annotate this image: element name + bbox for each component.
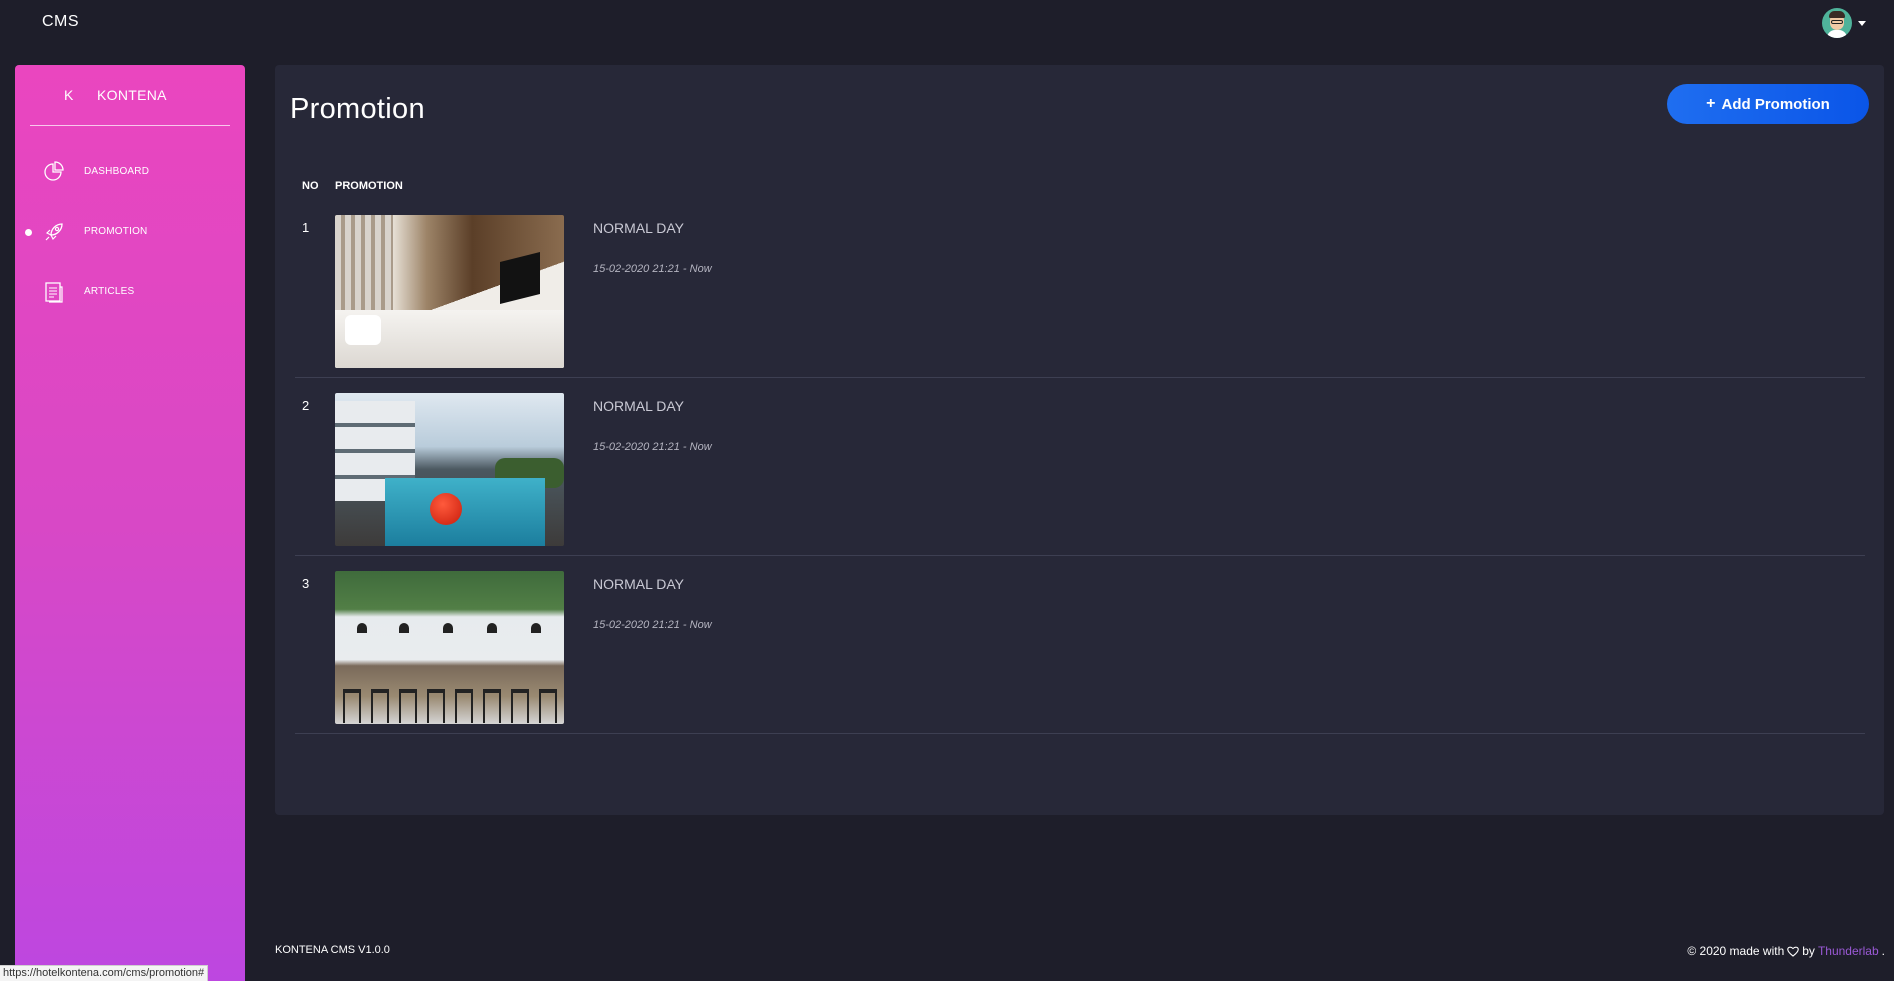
promotion-date: 15-02-2020 21:21 - Now (593, 619, 712, 631)
promotion-date: 15-02-2020 21:21 - Now (593, 441, 712, 453)
footer-version: KONTENA CMS V1.0.0 (275, 944, 390, 956)
promotion-title[interactable]: NORMAL DAY (593, 220, 684, 236)
sidebar-item-promotion[interactable]: PROMOTION (15, 212, 245, 252)
sidebar-item-dashboard[interactable]: DASHBOARD (15, 152, 245, 192)
table-row[interactable]: 1 NORMAL DAY 15-02-2020 21:21 - Now (295, 200, 1865, 378)
cafe-bar-photo[interactable] (335, 571, 564, 724)
user-avatar-icon[interactable] (1822, 8, 1852, 38)
footer-by: by (1802, 944, 1815, 958)
table-header: NO PROMOTION (295, 165, 1865, 195)
logo-mini[interactable]: K (64, 87, 73, 103)
add-promotion-label: Add Promotion (1721, 95, 1830, 113)
promotion-title[interactable]: NORMAL DAY (593, 398, 684, 414)
table-row[interactable]: 3 NORMAL DAY 15-02-2020 21:21 - Now (295, 556, 1865, 734)
footer-made-with: © 2020 made with (1687, 944, 1785, 958)
column-header-promotion: PROMOTION (335, 180, 403, 192)
top-navbar: CMS (0, 0, 1894, 45)
row-number: 2 (302, 398, 310, 413)
row-number: 3 (302, 576, 310, 591)
promotion-title[interactable]: NORMAL DAY (593, 576, 684, 592)
sidebar-logo[interactable]: K KONTENA (30, 65, 230, 126)
plus-icon: + (1706, 95, 1716, 112)
promotion-date: 15-02-2020 21:21 - Now (593, 263, 712, 275)
footer-credits: © 2020 made with by Thunderlab. (1687, 944, 1885, 958)
footer-suffix: . (1881, 944, 1885, 958)
row-number: 1 (302, 220, 310, 235)
column-header-no: NO (302, 180, 319, 192)
footer-brand-link[interactable]: Thunderlab (1818, 944, 1879, 958)
sidebar-item-label: ARTICLES (84, 286, 135, 297)
swimming-pool-photo[interactable] (335, 393, 564, 546)
user-menu-dropdown[interactable] (1822, 8, 1866, 38)
page-title: Promotion (290, 93, 425, 125)
rocket-icon (45, 223, 63, 241)
active-indicator (25, 229, 32, 236)
sidebar-item-label: PROMOTION (84, 226, 148, 237)
logo-text[interactable]: KONTENA (97, 87, 167, 103)
browser-status-url: https://hotelkontena.com/cms/promotion# (0, 965, 209, 981)
document-icon (45, 282, 63, 303)
sidebar-item-label: DASHBOARD (84, 166, 150, 177)
sidebar-item-articles[interactable]: ARTICLES (15, 272, 245, 312)
pie-chart-icon (44, 161, 64, 181)
table-row[interactable]: 2 NORMAL DAY 15-02-2020 21:21 - Now (295, 378, 1865, 556)
heart-icon (1787, 946, 1800, 957)
navbar-brand[interactable]: CMS (42, 13, 79, 31)
caret-down-icon[interactable] (1858, 20, 1866, 26)
sidebar: K KONTENA DASHBOARD PROMOTION ARTICLES (15, 65, 245, 981)
hotel-room-photo[interactable] (335, 215, 564, 368)
promotion-card: Promotion + Add Promotion NO PROMOTION 1… (275, 65, 1884, 815)
add-promotion-button[interactable]: + Add Promotion (1667, 84, 1869, 124)
